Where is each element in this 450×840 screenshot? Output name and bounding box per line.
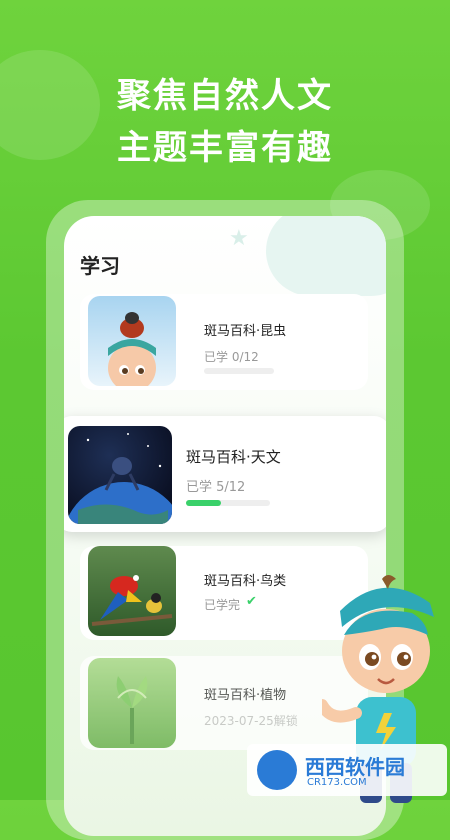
course-status: 已学 5/12 <box>186 480 246 495</box>
headline-line-1: 聚焦自然人文 <box>117 76 333 116</box>
birds-illustration <box>91 575 173 626</box>
progress-fill <box>186 500 222 506</box>
course-card-insects[interactable]: 斑马百科·昆虫 已学 0/12 <box>80 294 368 390</box>
section-title: 学习 <box>80 254 120 278</box>
course-title: 斑马百科·鸟类 <box>204 574 287 589</box>
completed-check-icon: ✔ <box>246 594 257 609</box>
course-title: 斑马百科·植物 <box>204 688 287 703</box>
watermark-icon <box>257 750 297 790</box>
course-title: 斑马百科·天文 <box>186 448 281 466</box>
progress-bar <box>204 368 274 374</box>
insects-illustration <box>108 312 156 386</box>
watermark-url: CR173.COM <box>307 777 367 788</box>
course-status: 已学 0/12 <box>204 350 259 364</box>
watermark-logo: 西西软件园 CR173.COM <box>247 744 447 796</box>
astronomy-illustration <box>68 433 172 524</box>
course-thumbnail-insects <box>88 296 176 386</box>
plants-illustration <box>116 676 148 744</box>
headline-line-2: 主题丰富有趣 <box>117 128 333 168</box>
watermark-brand: 西西软件园 <box>305 755 405 779</box>
course-card-astronomy[interactable]: 斑马百科·天文 已学 5/12 <box>64 416 386 532</box>
course-thumbnail-birds <box>88 546 176 636</box>
course-status: 已学完 <box>204 598 241 612</box>
course-thumbnail-astronomy <box>68 426 172 524</box>
star-icon: ★ <box>229 226 249 251</box>
course-thumbnail-plants <box>88 658 176 748</box>
headline: 聚焦自然人文 主题丰富有趣 <box>0 70 450 174</box>
course-title: 斑马百科·昆虫 <box>204 324 287 339</box>
unlock-date: 2023-07-25解锁 <box>204 714 298 728</box>
header-decoration <box>266 216 386 296</box>
progress-bar <box>186 500 270 506</box>
